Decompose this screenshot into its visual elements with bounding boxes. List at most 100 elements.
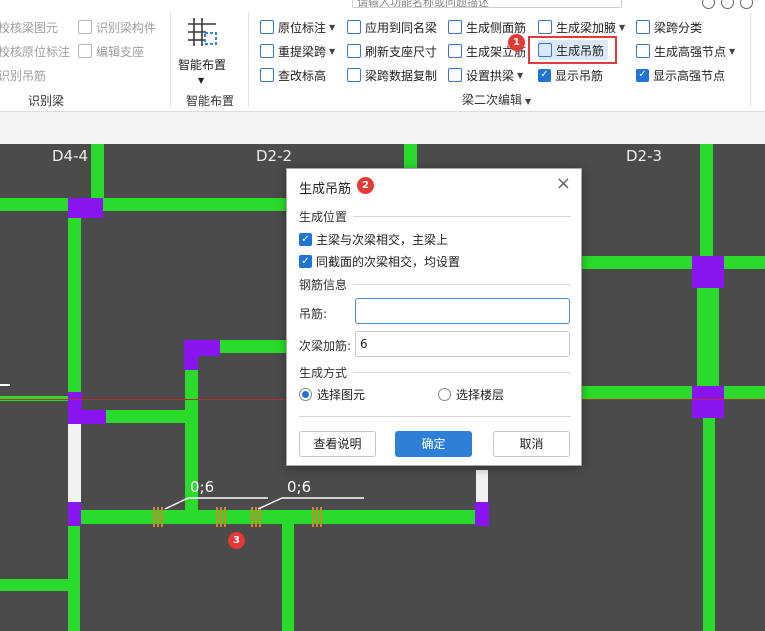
- refresh-support-size-label: 刷新支座尺寸: [365, 44, 438, 59]
- side-rebar-icon: [448, 20, 462, 34]
- identify-hanger-button[interactable]: 识别吊筋: [0, 65, 46, 85]
- dimension-label: 0;6: [190, 478, 215, 496]
- axis-label: D2-2: [256, 147, 293, 165]
- chevron-down-icon: ▼: [729, 46, 736, 56]
- radio-select-floor[interactable]: 选择楼层: [438, 386, 504, 403]
- radio-unselected-icon: [438, 388, 451, 401]
- secondary-beam-rebar-input[interactable]: [355, 331, 570, 357]
- refresh-support-size-button[interactable]: 刷新支座尺寸: [347, 41, 437, 61]
- cancel-button[interactable]: 取消: [493, 431, 570, 457]
- divider: [353, 216, 571, 217]
- axis-label: D4-4: [52, 147, 89, 165]
- axis-label: D2-3: [626, 147, 663, 165]
- show-hanger-label: 显示吊筋: [555, 68, 604, 83]
- same-section-checkbox[interactable]: ✓ 同截面的次梁相交，均设置: [299, 253, 460, 270]
- erection-rebar-icon: [448, 44, 462, 58]
- origin-annotation-button[interactable]: 原位标注 ▼: [260, 17, 335, 37]
- chevron-down-icon: ▼: [525, 97, 532, 106]
- radio-selected-icon: [299, 388, 312, 401]
- copy-icon: [347, 68, 361, 82]
- close-icon[interactable]: ×: [556, 175, 571, 193]
- generate-hanger-dialog: 生成吊筋 2 × 生成位置 ✓ 主梁与次梁相交，主梁上 ✓ 同截面的次梁相交，均设置…: [286, 168, 582, 466]
- check-elevation-label: 查改标高: [278, 68, 327, 83]
- check-beam-element-label: 校核梁图元: [0, 20, 59, 35]
- gen-beam-haunch-button[interactable]: 生成梁加腋 ▼: [538, 17, 625, 37]
- highlight-frame: [528, 36, 617, 64]
- gen-beam-haunch-label: 生成梁加腋: [556, 20, 617, 35]
- section-rebar-heading: 钢筋信息: [299, 278, 348, 292]
- smart-layout-icon: [188, 18, 217, 46]
- checkbox-checked-icon: ✓: [299, 233, 312, 246]
- check-origin-annotation-label: 校核原位标注: [0, 44, 71, 59]
- dialog-title: 生成吊筋: [299, 182, 352, 197]
- gen-high-strength-node-button[interactable]: 生成高强节点 ▼: [636, 41, 735, 61]
- divider: [353, 284, 571, 285]
- main-beam-label: 主梁与次梁相交，主梁上: [316, 233, 449, 247]
- step-badge-3: 3: [228, 532, 245, 549]
- edit-support-button[interactable]: 编辑支座: [78, 41, 144, 61]
- apply-icon: [347, 20, 361, 34]
- re-extract-span-button[interactable]: 重提梁跨 ▼: [260, 41, 335, 61]
- chevron-down-icon: ▼: [619, 22, 626, 32]
- group-beam-edit-text: 梁二次编辑: [462, 93, 523, 107]
- ribbon-subbar: [0, 112, 765, 144]
- check-origin-annotation-button[interactable]: 校核原位标注: [0, 41, 70, 61]
- copy-span-data-label: 梁跨数据复制: [365, 68, 438, 83]
- gen-high-strength-node-label: 生成高强节点: [654, 44, 727, 59]
- checkbox-checked-icon: ✓: [538, 68, 551, 82]
- arch-icon: [448, 68, 462, 82]
- set-arch-beam-button[interactable]: 设置拱梁 ▼: [448, 65, 523, 85]
- haunch-icon: [538, 20, 552, 34]
- search-box[interactable]: [352, 0, 622, 8]
- group-label-smart-layout: 智能布置: [186, 94, 235, 108]
- ribbon-toolbar: 校核梁图元 校核原位标注 识别吊筋 识别梁构件 编辑支座 识别梁 智能布置 ▼ …: [0, 0, 765, 112]
- node-icon: [636, 44, 650, 58]
- identify-hanger-label: 识别吊筋: [0, 68, 47, 83]
- check-elevation-button[interactable]: 查改标高: [260, 65, 326, 85]
- radio-select-element[interactable]: 选择图元: [299, 386, 365, 403]
- ribbon-divider: [170, 12, 171, 107]
- origin-annotation-label: 原位标注: [278, 20, 327, 35]
- divider: [353, 372, 571, 373]
- view-help-button[interactable]: 查看说明: [299, 431, 376, 457]
- copy-span-data-button[interactable]: 梁跨数据复制: [347, 65, 437, 85]
- edit-support-label: 编辑支座: [96, 44, 145, 59]
- radio-select-element-label: 选择图元: [317, 388, 366, 402]
- show-hanger-checkbox[interactable]: ✓ 显示吊筋: [538, 65, 603, 85]
- step-badge-1: 1: [508, 34, 525, 51]
- show-high-strength-node-checkbox[interactable]: ✓ 显示高强节点: [636, 65, 725, 85]
- group-label-beam-edit: 梁二次编辑 ▼: [462, 91, 531, 108]
- apply-same-name-button[interactable]: 应用到同名梁: [347, 17, 437, 37]
- show-high-strength-node-label: 显示高强节点: [653, 68, 726, 83]
- span-icon: [260, 44, 274, 58]
- top-right-icons: [702, 0, 753, 9]
- chevron-down-icon[interactable]: ▼: [198, 70, 204, 90]
- identify-member-icon: [78, 20, 92, 34]
- span-classify-button[interactable]: 梁跨分类: [636, 17, 702, 37]
- span-classify-label: 梁跨分类: [654, 20, 703, 35]
- checkbox-checked-icon: ✓: [299, 255, 312, 268]
- help-icon[interactable]: [702, 0, 715, 9]
- chevron-down-icon: ▼: [517, 70, 524, 80]
- search-input[interactable]: [353, 0, 621, 7]
- section-method-heading: 生成方式: [299, 366, 348, 380]
- annotation-icon: [260, 20, 274, 34]
- hanger-input[interactable]: [355, 298, 570, 324]
- chevron-down-icon: ▼: [329, 22, 336, 32]
- re-extract-span-label: 重提梁跨: [278, 44, 327, 59]
- elevation-icon: [260, 68, 274, 82]
- hanger-field-label: 吊筋:: [299, 307, 328, 321]
- radio-select-floor-label: 选择楼层: [456, 388, 505, 402]
- secondary-beam-rebar-label: 次梁加筋:: [299, 339, 352, 353]
- refresh-icon: [347, 44, 361, 58]
- chevron-down-icon: ▼: [329, 46, 336, 56]
- user-icon[interactable]: [721, 0, 734, 9]
- main-beam-checkbox[interactable]: ✓ 主梁与次梁相交，主梁上: [299, 231, 448, 248]
- edit-support-icon: [78, 44, 92, 58]
- message-icon[interactable]: [740, 0, 753, 9]
- confirm-button[interactable]: 确定: [395, 431, 472, 457]
- identify-beam-member-button[interactable]: 识别梁构件: [78, 17, 156, 37]
- same-section-label: 同截面的次梁相交，均设置: [316, 255, 461, 269]
- ribbon-divider: [750, 12, 751, 107]
- check-beam-element-button[interactable]: 校核梁图元: [0, 17, 58, 37]
